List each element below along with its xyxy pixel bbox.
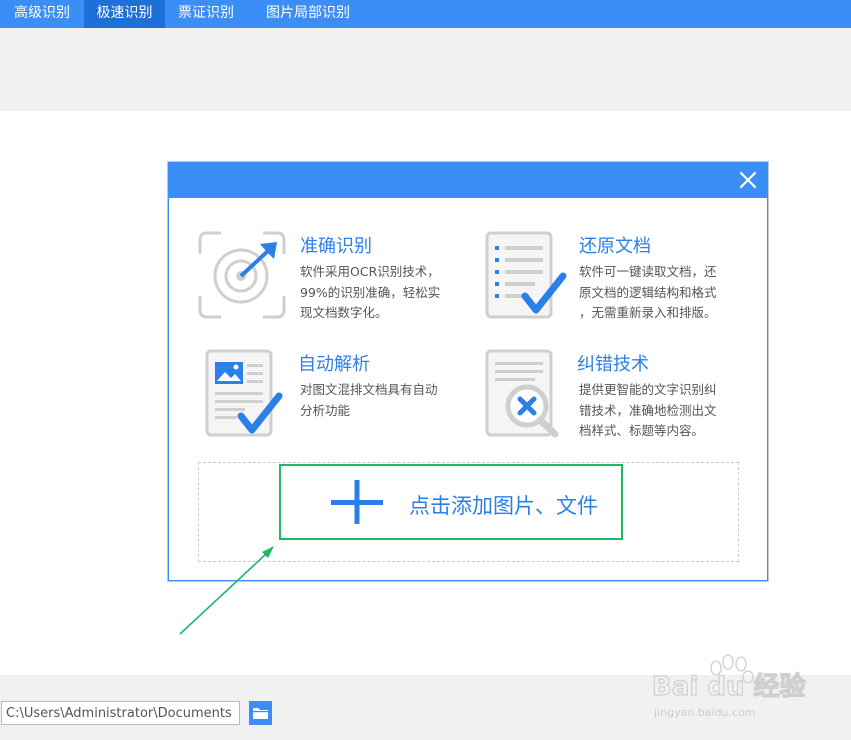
annotation-arrow-icon bbox=[179, 546, 274, 635]
baidu-jingyan-watermark: Bai du 经验 jingyan.baidu.com bbox=[651, 654, 806, 719]
save-path-input[interactable] bbox=[1, 701, 240, 725]
watermark-brand: Bai du 经验 bbox=[652, 671, 806, 702]
watermark-url: jingyan.baidu.com bbox=[653, 706, 756, 719]
folder-icon bbox=[253, 708, 268, 719]
browse-folder-button[interactable] bbox=[249, 701, 272, 725]
